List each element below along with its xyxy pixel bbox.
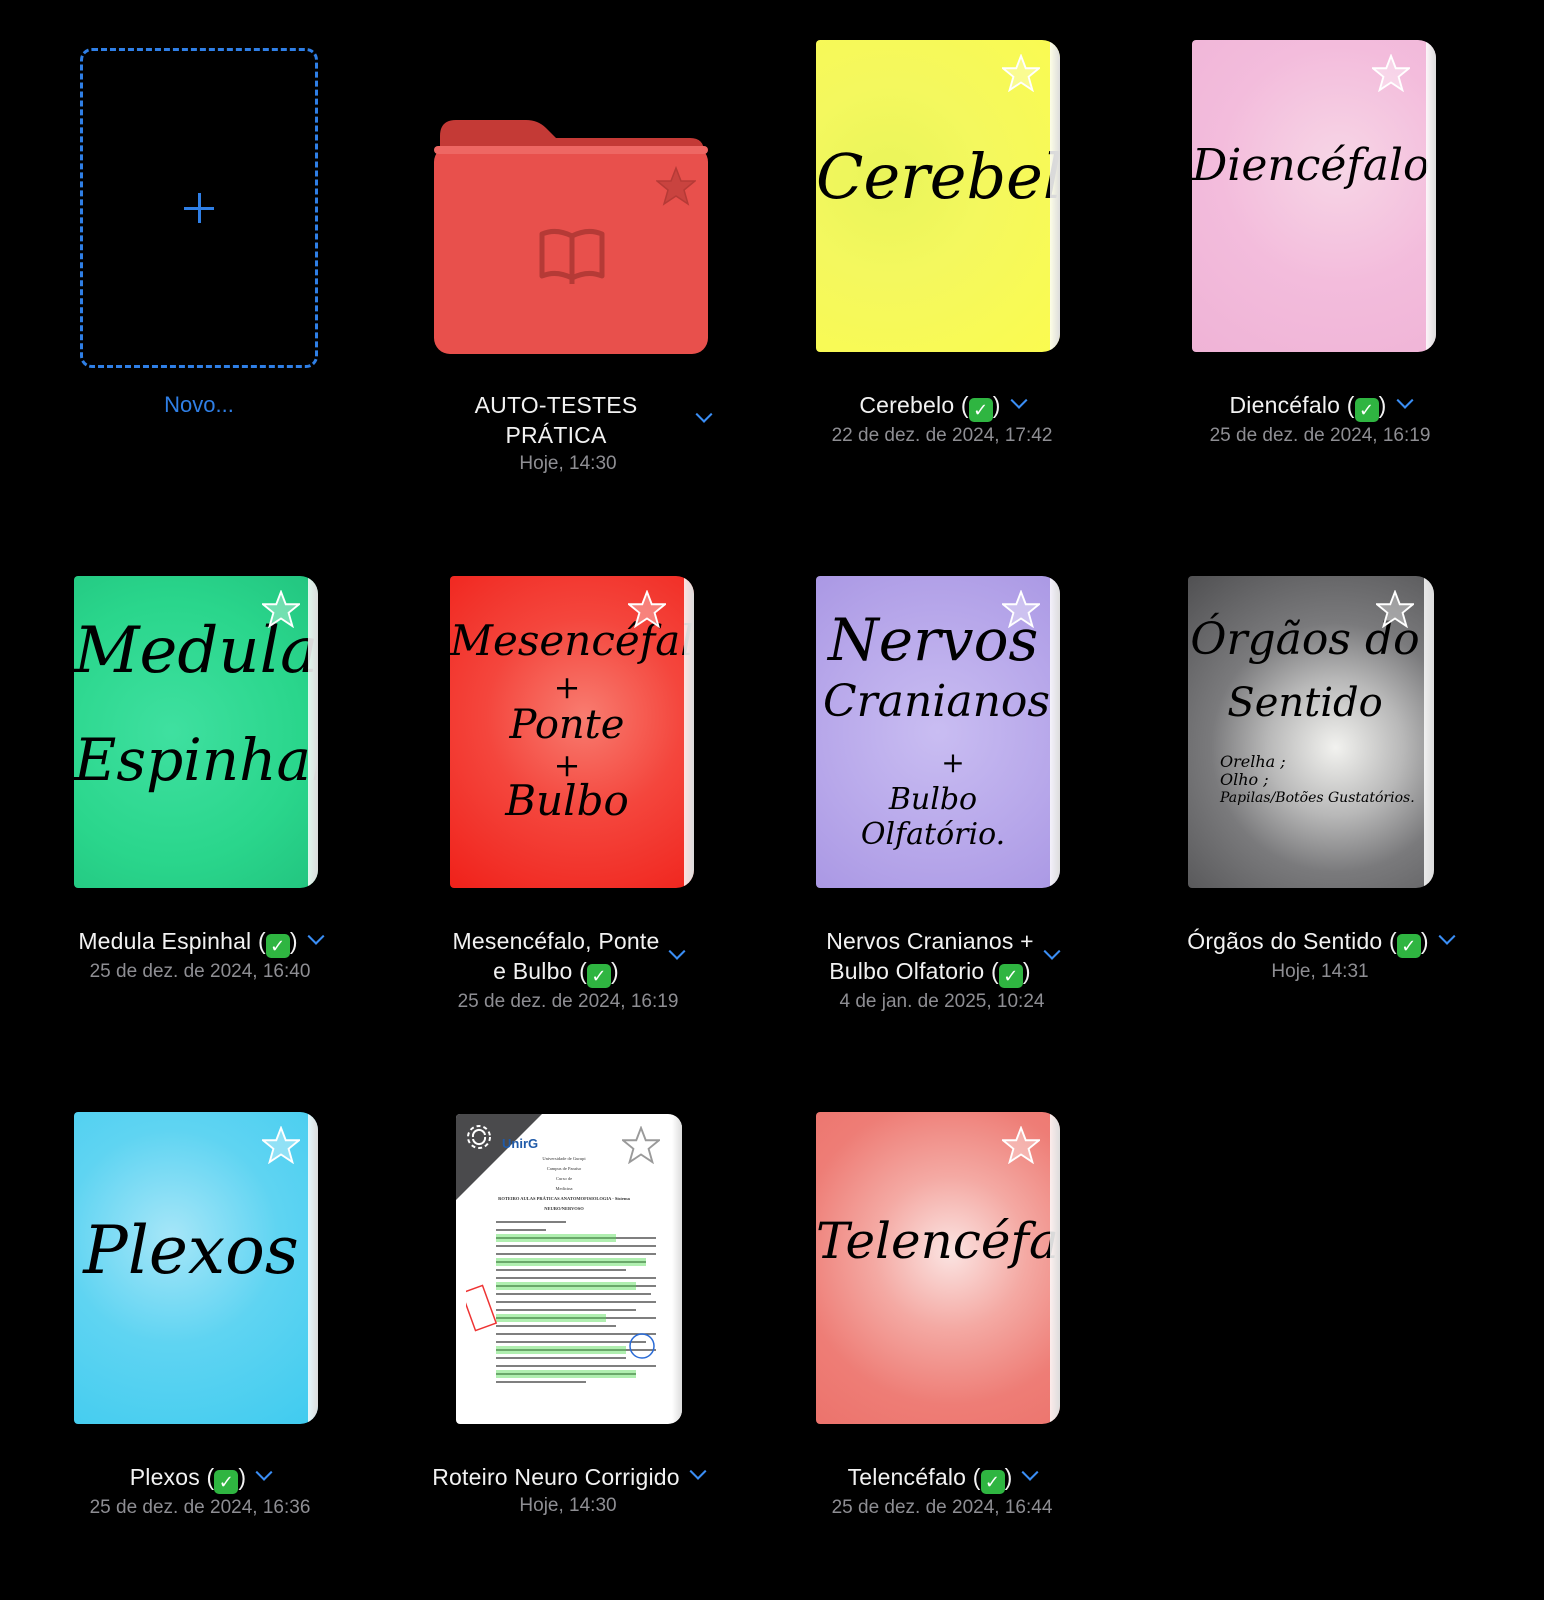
star-icon[interactable] [262,590,300,628]
item-caption: Mesencéfalo, Ponte e Bulbo (✓) 25 de dez.… [378,926,758,1016]
chevron-down-icon[interactable] [1438,927,1456,945]
doc-line: Campus de Paraíso [546,1166,582,1171]
chevron-down-icon[interactable] [695,405,713,423]
star-icon[interactable] [1002,590,1040,628]
item-title-end: ) [992,392,1001,418]
checkmark-icon: ✓ [587,964,611,988]
cover-title: Telencéfalo [816,1212,1060,1270]
checkmark-icon: ✓ [214,1470,239,1494]
item-title-end: ) [1022,958,1031,984]
item-caption: Telencéfalo (✓) 25 de dez. de 2024, 16:4… [752,1462,1132,1522]
doc-body-lines [466,1221,656,1383]
new-notebook-button[interactable] [80,48,318,368]
item-title: AUTO-TESTES PRÁTICA [474,392,638,448]
item-title: Telencéfalo ( [847,1464,981,1490]
item-caption: Roteiro Neuro Corrigido Hoje, 14:30 [378,1462,758,1520]
chevron-down-icon[interactable] [1010,391,1028,409]
item-title-2: e Bulbo ( [493,958,587,984]
item-title: Cerebelo ( [859,392,969,418]
cover-title-2: Sentido [1227,680,1383,726]
star-icon[interactable] [1376,590,1414,628]
item-title-end: ) [238,1464,247,1490]
item-caption: Medula Espinhal (✓) 25 de dez. de 2024, … [10,926,390,986]
checkmark-icon: ✓ [1396,934,1421,958]
cover-title-3: Ponte [509,702,625,748]
cover-title-4: Olho ; [1220,770,1269,789]
item-title-end: ) [1420,928,1429,954]
item-title-end: ) [611,958,619,984]
item-title: Plexos ( [129,1464,215,1490]
star-icon[interactable] [1002,1126,1040,1164]
cover-title-4: Bulbo Olfatório. [860,782,1006,852]
chevron-down-icon[interactable] [1396,391,1413,409]
item-title-end: ) [1378,392,1387,418]
star-icon[interactable] [262,1126,300,1164]
star-icon[interactable] [628,590,666,628]
checkmark-icon: ✓ [968,398,993,422]
item-caption: Nervos Cranianos + Bulbo Olfatorio (✓) 4 … [752,926,1132,1016]
cover-title-2: + [553,668,581,706]
item-caption: AUTO-TESTES PRÁTICA Hoje, 14:30 [378,390,758,478]
item-title: Roteiro Neuro Corrigido [432,1464,680,1490]
book-icon [539,228,605,284]
item-title: Medula Espinhal ( [78,928,266,954]
item-title: Órgãos do Sentido ( [1187,928,1397,954]
new-notebook-label[interactable]: Novo... [80,392,318,418]
item-title-2: Bulbo Olfatorio ( [829,958,999,984]
checkmark-icon: ✓ [1354,398,1379,422]
item-title-end: ) [289,928,298,954]
cover-title-5: Bulbo [505,776,629,825]
item-date: 25 de dez. de 2024, 16:40 [89,961,311,982]
cover-title: Plexos [83,1212,299,1289]
cover-title-3: + [941,746,965,779]
checkmark-icon: ✓ [998,964,1023,988]
plus-icon [184,193,214,223]
item-caption: Cerebelo (✓) 22 de dez. de 2024, 17:42 [752,390,1132,450]
checkmark-icon: ✓ [265,934,290,958]
item-date: Hoje, 14:30 [519,1495,617,1516]
doc-line: ROTEIRO AULAS PRÁTICAS ANATOMOFISIOLOGIA… [498,1196,630,1201]
sync-icon [467,1125,491,1149]
item-date: 22 de dez. de 2024, 17:42 [831,425,1053,446]
item-caption: Plexos (✓) 25 de dez. de 2024, 16:36 [10,1462,390,1522]
item-caption: Órgãos do Sentido (✓) Hoje, 14:31 [1130,926,1510,986]
chevron-down-icon[interactable] [1043,942,1061,960]
doc-line: Medicina [555,1186,573,1191]
cover-title: Diencéfalo [1192,140,1430,191]
star-icon[interactable] [656,166,696,206]
item-date: 4 de jan. de 2025, 10:24 [839,991,1045,1012]
cover-title: Cerebelo [816,140,1060,213]
cover-title-2: Espinhal [74,726,318,794]
item-title: Mesencéfalo, Ponte [452,928,660,954]
item-title-end: ) [1004,1464,1013,1490]
item-date: 25 de dez. de 2024, 16:36 [89,1497,311,1518]
item-caption: Diencéfalo (✓) 25 de dez. de 2024, 16:19 [1130,390,1510,450]
chevron-down-icon[interactable] [255,1463,273,1481]
item-title: Diencéfalo ( [1229,392,1355,418]
cover-title-3: Orelha ; [1220,752,1286,771]
chevron-down-icon[interactable] [307,927,325,945]
item-date: Hoje, 14:30 [519,453,617,474]
doc-line: NEURO/NERVOSO [544,1206,584,1211]
doc-line: Curso de [555,1176,573,1181]
chevron-down-icon[interactable] [689,1462,707,1480]
doc-logo: UnirG [502,1136,539,1151]
item-title: Nervos Cranianos + [826,928,1034,954]
item-date: 25 de dez. de 2024, 16:19 [1209,425,1431,446]
star-icon[interactable] [1372,54,1410,92]
cover-title-2: Cranianos [823,676,1050,727]
chevron-down-icon[interactable] [668,942,686,960]
item-date: 25 de dez. de 2024, 16:44 [831,1497,1053,1518]
cover-title-5: Papilas/Botões Gustatórios. [1220,790,1415,806]
item-date: 25 de dez. de 2024, 16:19 [457,991,679,1012]
chevron-down-icon[interactable] [1021,1463,1039,1481]
checkmark-icon: ✓ [980,1470,1005,1494]
star-icon[interactable] [622,1126,660,1164]
item-date: Hoje, 14:31 [1271,961,1369,982]
star-icon[interactable] [1002,54,1040,92]
